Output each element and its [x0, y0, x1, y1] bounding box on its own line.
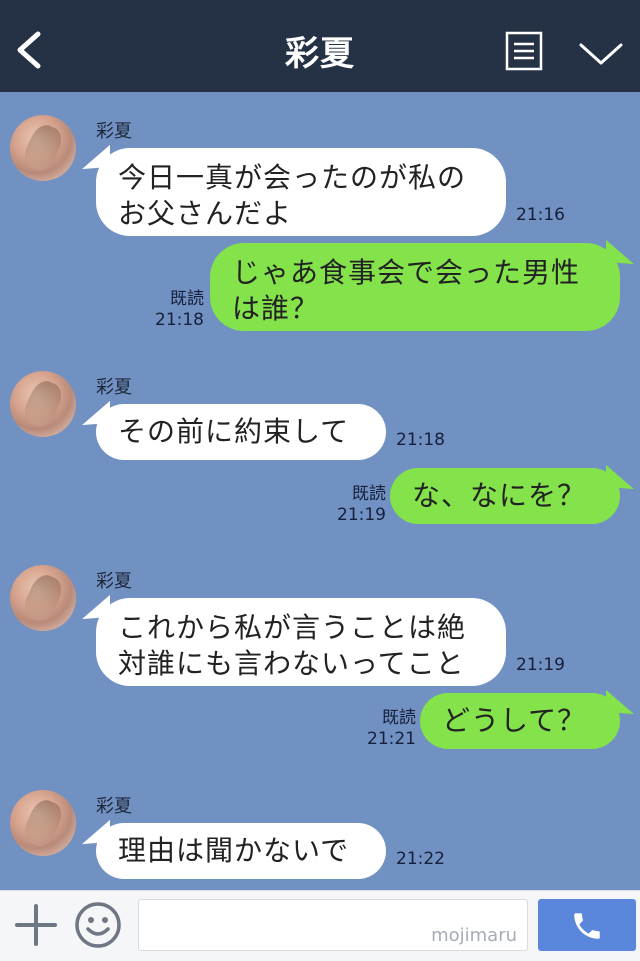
menu-icon[interactable] — [505, 31, 543, 71]
smile-icon[interactable] — [74, 901, 122, 949]
chat-header: 彩夏 — [0, 0, 640, 92]
read-status: 既読 21:19 — [322, 484, 386, 526]
input-bar: mojimaru — [0, 890, 640, 961]
outgoing-message-bubble[interactable]: どうして？ — [420, 693, 620, 749]
incoming-message-bubble[interactable]: 理由は聞かないで — [96, 823, 386, 879]
message-line: これから私が言うことは絶 — [118, 611, 467, 644]
message-time: 21:21 — [367, 729, 416, 749]
read-status: 既読 21:21 — [352, 708, 416, 750]
message-input[interactable]: mojimaru — [138, 899, 528, 951]
read-status: 既読 21:18 — [140, 289, 204, 331]
sender-name: 彩夏 — [96, 796, 132, 817]
outgoing-message-bubble[interactable]: な、なにを？ — [390, 468, 620, 524]
message-line: は誰？ — [232, 292, 320, 325]
read-label: 既読 — [170, 289, 204, 309]
avatar[interactable] — [10, 371, 76, 437]
watermark: mojimaru — [431, 925, 517, 946]
chat-title: 彩夏 — [285, 34, 355, 74]
chevron-down-icon[interactable] — [578, 40, 624, 68]
message-time: 21:18 — [396, 430, 445, 450]
message-time: 21:22 — [396, 849, 445, 869]
message-line: 対誰にも言わないってこと — [118, 647, 465, 680]
plus-icon[interactable] — [14, 903, 58, 947]
sender-name: 彩夏 — [96, 571, 132, 592]
phone-icon — [574, 913, 600, 939]
message-time: 21:19 — [516, 655, 565, 675]
incoming-message-bubble[interactable]: その前に約束して — [96, 404, 386, 460]
message-line: 今日一真が会ったのが私の — [118, 161, 467, 194]
message-line: どうして？ — [442, 704, 587, 737]
incoming-message-bubble[interactable]: 今日一真が会ったのが私の お父さんだよ — [96, 148, 506, 236]
incoming-message-bubble[interactable]: これから私が言うことは絶 対誰にも言わないってこと — [96, 598, 506, 686]
avatar[interactable] — [10, 565, 76, 631]
message-line: じゃあ食事会で会った男性 — [232, 256, 581, 289]
message-time: 21:19 — [337, 505, 386, 525]
read-label: 既読 — [352, 484, 386, 504]
sender-name: 彩夏 — [96, 377, 132, 398]
call-button[interactable] — [538, 899, 636, 951]
message-time: 21:18 — [155, 310, 204, 330]
message-list[interactable]: 彩夏 今日一真が会ったのが私の お父さんだよ 21:16 既読 21:18 じゃ… — [0, 92, 640, 890]
avatar[interactable] — [10, 115, 76, 181]
read-label: 既読 — [382, 708, 416, 728]
sender-name: 彩夏 — [96, 121, 132, 142]
outgoing-message-bubble[interactable]: じゃあ食事会で会った男性 は誰？ — [210, 243, 620, 331]
message-line: な、なにを？ — [412, 479, 587, 512]
message-time: 21:16 — [516, 205, 565, 225]
message-line: 理由は聞かないで — [118, 834, 350, 867]
message-line: お父さんだよ — [118, 197, 293, 230]
message-line: その前に約束して — [118, 415, 350, 448]
avatar[interactable] — [10, 790, 76, 856]
